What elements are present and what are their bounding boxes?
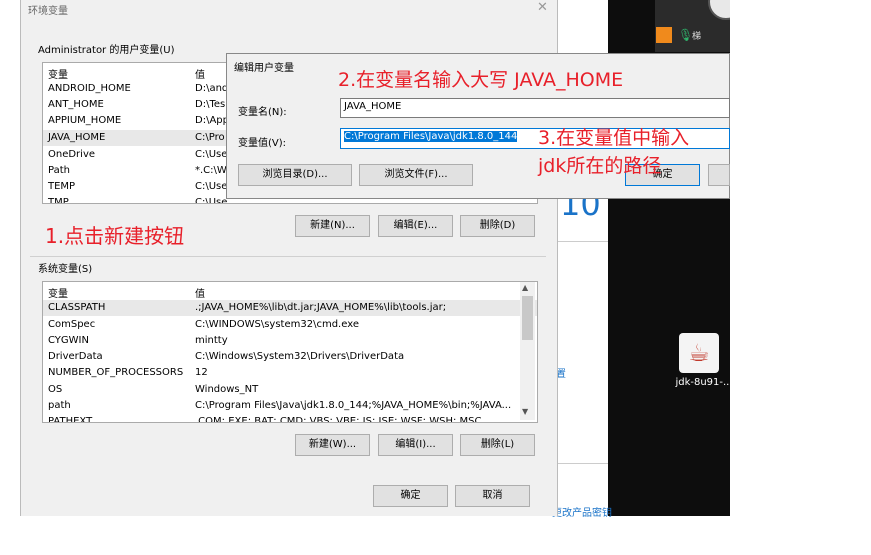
variable-value: mintty — [195, 335, 228, 346]
variable-name: TEMP — [48, 181, 76, 192]
variable-name: ComSpec — [48, 319, 96, 330]
variable-name-label: 变量名(N): — [238, 107, 287, 118]
variable-name: path — [48, 400, 71, 411]
divider — [556, 241, 608, 242]
table-header: 变量 值 — [43, 285, 537, 300]
variable-name: Path — [48, 165, 70, 176]
variable-value: C:\Program Files\Java\jdk1.8.0_144;%JAVA… — [195, 400, 512, 411]
variable-value: C:\WINDOWS\system32\cmd.exe — [195, 319, 359, 330]
ok-button[interactable]: 确定 — [373, 485, 448, 507]
variable-name: CYGWIN — [48, 335, 89, 346]
annotation-step-2: 2.在变量名输入大写 JAVA_HOME — [338, 69, 624, 91]
user-variables-label: Administrator 的用户变量(U) — [38, 45, 175, 56]
table-row-selected[interactable]: CLASSPATH .;JAVA_HOME%\lib\dt.jar;JAVA_HO… — [43, 300, 537, 316]
variable-value: D:\App — [195, 115, 229, 126]
variable-value: .;JAVA_HOME%\lib\dt.jar;JAVA_HOME%\lib\t… — [195, 302, 447, 313]
variable-value: D:\Tes — [195, 99, 226, 110]
variable-value: C:\Pro — [195, 132, 225, 143]
microphone-icon: 🎙 — [678, 28, 694, 42]
user-delete-button[interactable]: 删除(D) — [460, 215, 535, 237]
java-installer-icon[interactable]: ☕ — [679, 333, 719, 373]
system-variables-label: 系统变量(S) — [38, 264, 93, 275]
variable-name: APPIUM_HOME — [48, 115, 122, 126]
variable-value: C:\Use — [195, 149, 228, 160]
browse-directory-button[interactable]: 浏览目录(D)... — [238, 164, 352, 186]
system-variables-table[interactable]: 变量 值 CLASSPATH .;JAVA_HOME%\lib\dt.jar;JA… — [42, 281, 538, 423]
page-margin — [730, 0, 871, 555]
scroll-down-icon[interactable]: ▼ — [522, 407, 528, 416]
system-delete-button[interactable]: 删除(L) — [460, 434, 535, 456]
variable-name: TMP — [48, 197, 69, 204]
variable-name: ANDROID_HOME — [48, 83, 131, 94]
table-row[interactable]: PATHEXT .COM;.EXE;.BAT;.CMD;.VBS;.VBE;.JS… — [43, 414, 537, 423]
tray-label: 梯 — [692, 32, 702, 42]
change-product-key-link[interactable]: 更改产品密钥 — [552, 504, 612, 519]
variable-name: JAVA_HOME — [48, 132, 106, 143]
group-divider — [30, 256, 546, 257]
variable-value-text: C:\Program Files\Java\jdk1.8.0_144 — [344, 131, 518, 142]
table-row[interactable]: OS Windows_NT — [43, 382, 537, 398]
variable-value: *.C:\W — [195, 165, 227, 176]
column-header-variable: 变量 — [48, 289, 68, 300]
variable-name-input[interactable]: JAVA_HOME — [340, 98, 730, 118]
variable-value: C:\Use — [195, 181, 228, 192]
dialog-title: 环境变量 — [28, 6, 68, 17]
variable-name: OneDrive — [48, 149, 96, 160]
table-row[interactable]: NUMBER_OF_PROCESSORS 12 — [43, 365, 537, 381]
annotation-step-1: 1.点击新建按钮 — [45, 224, 185, 248]
column-header-variable: 变量 — [48, 70, 68, 81]
variable-value: D:\and — [195, 83, 229, 94]
variable-value-label: 变量值(V): — [238, 138, 287, 149]
scrollbar-thumb[interactable] — [522, 296, 533, 340]
user-new-button[interactable]: 新建(N)... — [295, 215, 370, 237]
system-new-button[interactable]: 新建(W)... — [295, 434, 370, 456]
variable-value: 12 — [195, 367, 208, 378]
dialog-title: 编辑用户变量 — [234, 63, 294, 74]
divider — [556, 463, 608, 464]
annotation-step-3-line-2: jdk所在的路径 — [538, 155, 662, 177]
annotation-step-3-line-1: 3.在变量值中输入 — [538, 127, 690, 149]
column-header-value: 值 — [195, 289, 205, 300]
variable-name: ANT_HOME — [48, 99, 104, 110]
variable-value: C:\Use — [195, 197, 228, 204]
system-edit-button[interactable]: 编辑(I)... — [378, 434, 453, 456]
cancel-button[interactable]: 取消 — [455, 485, 530, 507]
variable-name: CLASSPATH — [48, 302, 106, 313]
browse-file-button[interactable]: 浏览文件(F)... — [359, 164, 473, 186]
variable-value: .COM;.EXE;.BAT;.CMD;.VBS;.VBE;.JS;.JSE;.… — [195, 416, 482, 423]
table-row[interactable]: DriverData C:\Windows\System32\Drivers\Dr… — [43, 349, 537, 365]
variable-name: PATHEXT — [48, 416, 93, 423]
table-row[interactable]: path C:\Program Files\Java\jdk1.8.0_144;%… — [43, 398, 537, 414]
column-header-value: 值 — [195, 70, 205, 81]
variable-name: OS — [48, 384, 63, 395]
variable-value: Windows_NT — [195, 384, 259, 395]
table-row[interactable]: ComSpec C:\WINDOWS\system32\cmd.exe — [43, 317, 537, 333]
user-edit-button[interactable]: 编辑(E)... — [378, 215, 453, 237]
close-icon[interactable]: ✕ — [537, 0, 548, 15]
edit-cancel-button[interactable] — [708, 164, 730, 186]
variable-value: C:\Windows\System32\Drivers\DriverData — [195, 351, 405, 362]
variable-name: NUMBER_OF_PROCESSORS — [48, 367, 184, 378]
table-row[interactable]: CYGWIN mintty — [43, 333, 537, 349]
variable-name: DriverData — [48, 351, 103, 362]
user-icon — [656, 27, 672, 43]
scroll-up-icon[interactable]: ▲ — [522, 283, 528, 292]
